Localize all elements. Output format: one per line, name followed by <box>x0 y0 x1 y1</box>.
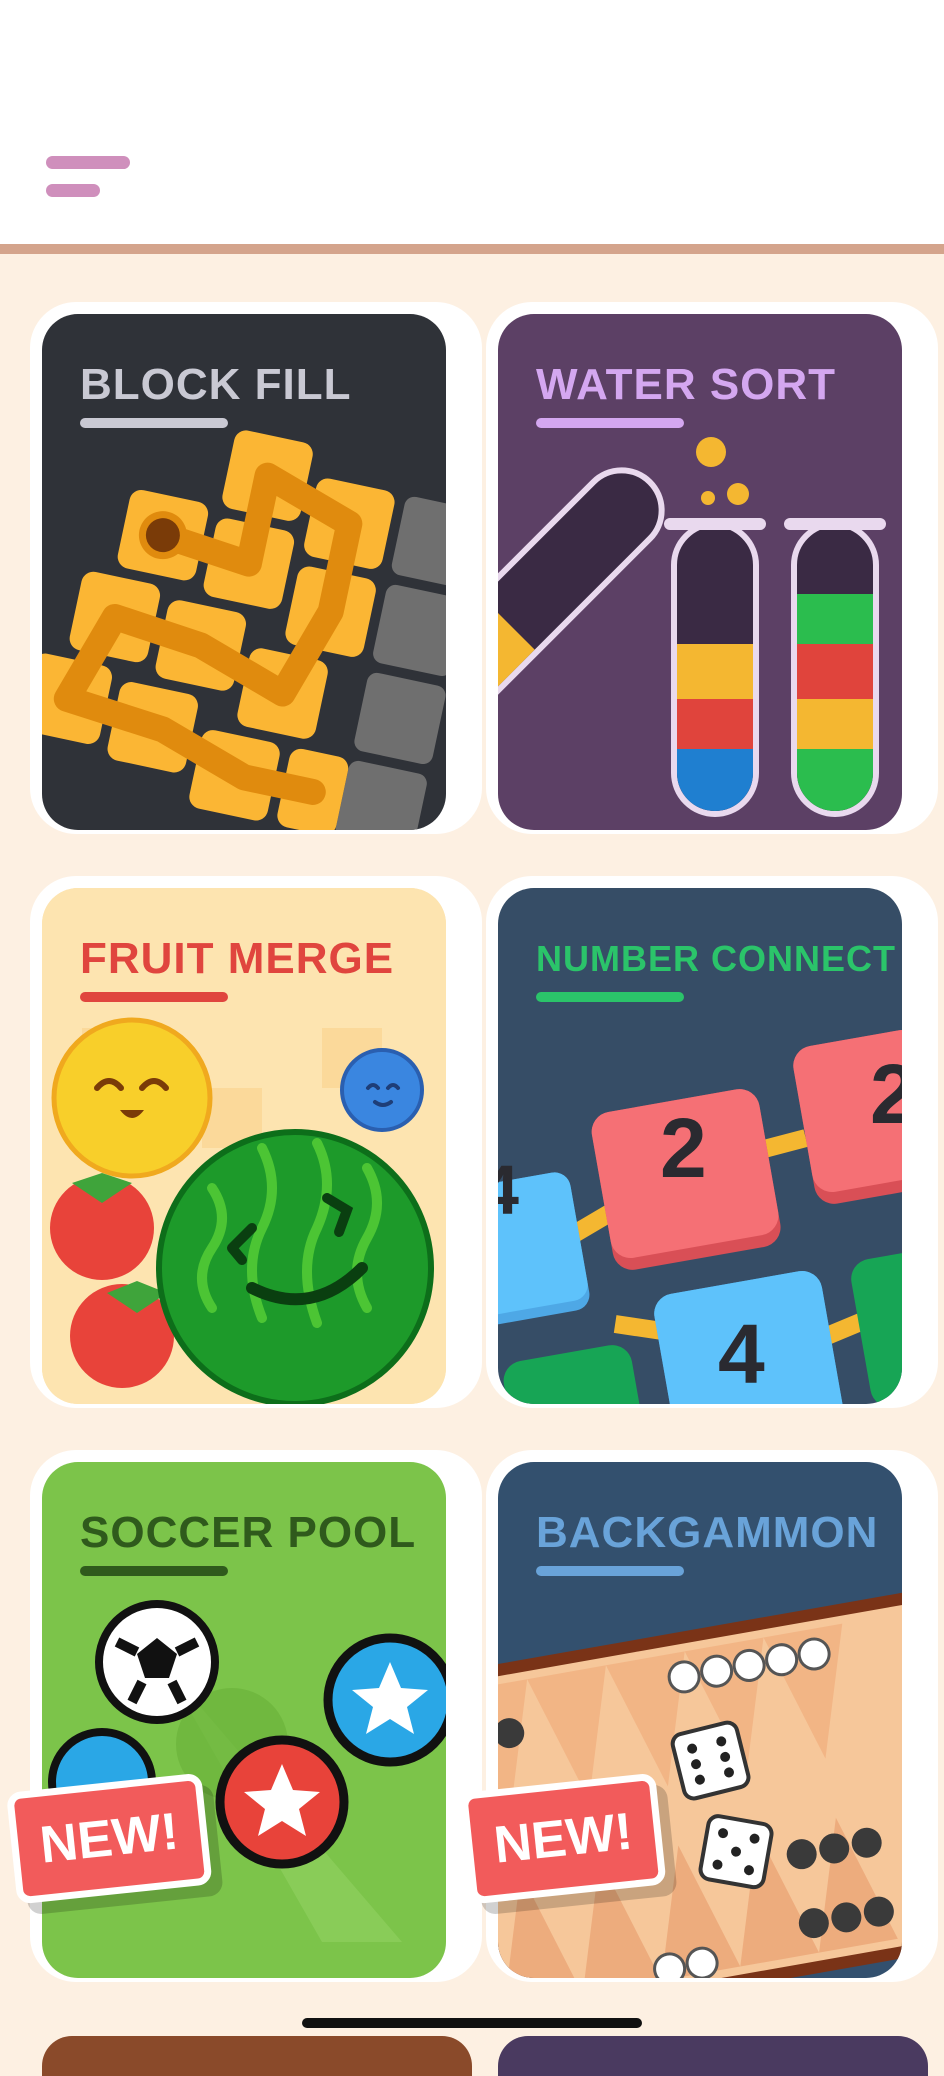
number-tile: 2 <box>870 1047 902 1141</box>
header-divider <box>0 244 944 254</box>
title-underline <box>536 992 684 1002</box>
game-card-peek[interactable] <box>498 2036 928 2076</box>
number-tile: 2 <box>660 1101 707 1195</box>
card-title: WATER SORT <box>536 360 837 409</box>
new-badge-label: NEW! <box>37 1802 182 1875</box>
title-underline <box>80 992 228 1002</box>
card-title: BACKGAMMON <box>536 1508 879 1557</box>
game-card-block-fill[interactable]: BLOCK FILL <box>30 302 482 834</box>
card-title: SOCCER POOL <box>80 1508 417 1557</box>
card-title: BLOCK FILL <box>80 360 352 409</box>
game-card-fruit-merge[interactable]: FRUIT MERGE <box>30 876 482 1408</box>
card-art: FRUIT MERGE <box>42 888 446 1404</box>
title-underline <box>80 418 228 428</box>
card-title: FRUIT MERGE <box>80 934 395 983</box>
game-card-number-connect[interactable]: 2 2 4 4 NUMBER CONNECT <box>486 876 938 1408</box>
app-header <box>0 0 944 244</box>
hamburger-menu-icon[interactable] <box>40 148 140 208</box>
new-badge: NEW! <box>5 1772 224 1919</box>
game-card-water-sort[interactable]: WATER SORT <box>486 302 938 834</box>
home-indicator[interactable] <box>302 2018 642 2028</box>
title-underline <box>536 418 684 428</box>
game-card-peek[interactable] <box>42 2036 472 2076</box>
new-badge: NEW! <box>459 1772 678 1919</box>
card-art: WATER SORT <box>498 314 902 830</box>
title-underline <box>536 1566 684 1576</box>
number-tile: 4 <box>498 1151 519 1229</box>
new-badge-label: NEW! <box>491 1802 636 1875</box>
title-underline <box>80 1566 228 1576</box>
number-tile: 4 <box>718 1307 765 1401</box>
card-title: NUMBER CONNECT <box>536 938 896 979</box>
card-art: BLOCK FILL <box>42 314 446 830</box>
card-art: 2 2 4 4 NUMBER CONNECT <box>498 888 902 1404</box>
